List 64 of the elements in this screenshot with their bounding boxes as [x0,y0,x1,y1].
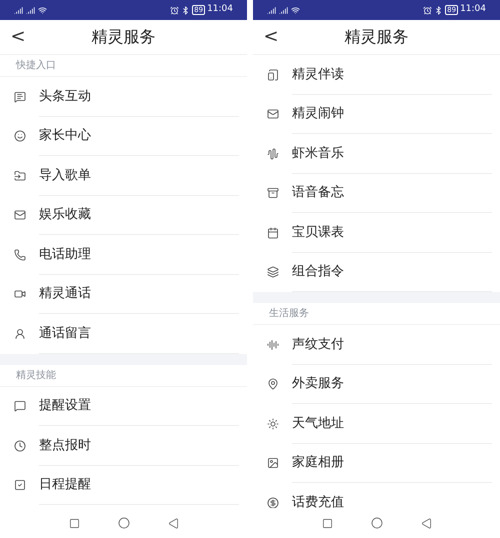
signal-icon [26,6,35,14]
sound-wave-icon [267,148,279,160]
clock-time: 11:04 [460,3,486,16]
menu-item[interactable]: 娱乐收藏 [0,196,247,235]
location-pin-icon [267,378,279,390]
menu-item[interactable]: 头条互动 [0,77,247,116]
recent-apps-button[interactable] [322,518,332,528]
page-title: 精灵服务 [90,26,156,48]
section-label: 生活服务 [269,306,309,321]
message-icon [14,400,26,412]
folder-icon [14,170,26,182]
envelope-icon [14,209,26,222]
menu-item[interactable]: 声纹支付 [253,325,500,364]
alarm-icon [423,6,432,14]
menu-item[interactable]: 整点报时 [0,426,247,466]
wifi-icon [291,6,300,14]
signal-icon [14,6,23,14]
picture-frame-icon [267,457,279,470]
menu-item[interactable]: 导入歌单 [0,156,247,196]
back-nav-button[interactable] [420,518,432,528]
envelope-icon [267,108,279,120]
phone-icon [14,248,26,261]
message-icon [14,90,26,103]
video-camera-icon [14,288,26,300]
menu-item[interactable]: 提醒设置 [0,386,247,426]
menu-item[interactable]: 天气地址 [253,404,500,444]
menu-item[interactable]: 精灵闹钟 [253,94,500,134]
signal-icon [267,6,276,14]
menu-item[interactable]: 宝贝课表 [253,213,500,252]
menu-item[interactable]: 电话助理 [0,235,247,274]
bluetooth-icon [181,6,190,14]
menu-item[interactable]: 虾米音乐 [253,134,500,174]
clock-icon [14,440,26,452]
page-title: 精灵服务 [344,26,410,48]
sun-icon [267,418,279,430]
recent-apps-button[interactable] [68,518,80,528]
voice-wave-icon [267,338,279,351]
smiley-icon [14,130,26,142]
back-nav-button[interactable] [168,518,178,528]
tablet-icon [267,68,279,81]
menu-item[interactable]: 语音备忘 [253,174,500,213]
person-icon [14,328,26,340]
menu-item[interactable]: 家长中心 [0,116,247,156]
wifi-icon [38,6,47,14]
alarm-icon [170,6,180,14]
calendar-icon [267,226,279,239]
clock-time: 11:04 [207,3,233,16]
section-label: 快捷入口 [16,58,56,73]
home-button[interactable] [118,517,130,529]
menu-item[interactable]: 精灵通话 [0,274,247,314]
back-button[interactable]: < [263,28,279,46]
signal-icon [279,6,288,14]
menu-item[interactable]: 外卖服务 [253,364,500,404]
back-button[interactable]: < [10,28,26,46]
menu-item[interactable]: 家庭相册 [253,444,500,483]
home-button[interactable] [370,517,382,529]
section-label: 精灵技能 [16,368,56,382]
menu-item[interactable]: 精灵伴读 [253,55,500,94]
checkbox-icon [14,479,26,492]
coin-icon [267,496,279,508]
bluetooth-icon [434,6,444,14]
archive-icon [267,187,279,200]
menu-item[interactable]: 日程提醒 [0,466,247,505]
layers-icon [267,266,279,278]
